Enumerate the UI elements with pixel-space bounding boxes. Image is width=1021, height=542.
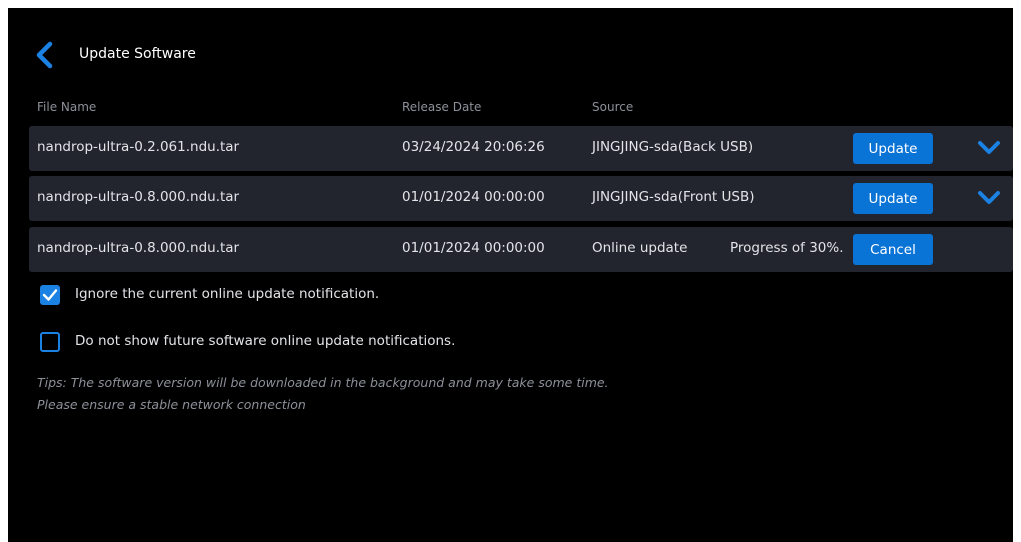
- checkmark-icon: [42, 289, 58, 301]
- expand-row-button[interactable]: [975, 188, 1003, 208]
- table-header: File Name Release Date Source: [8, 98, 1013, 118]
- do-not-show-label: Do not show future software online updat…: [75, 333, 456, 349]
- table-row: nandrop-ultra-0.8.000.ndu.tar 01/01/2024…: [29, 176, 1013, 221]
- tips-line-2: Please ensure a stable network connectio…: [37, 397, 306, 412]
- release-date: 01/01/2024 00:00:00: [402, 189, 545, 205]
- do-not-show-checkbox[interactable]: [40, 332, 60, 352]
- header: Update Software: [8, 8, 1013, 88]
- ignore-current-label: Ignore the current online update notific…: [75, 286, 380, 302]
- update-button[interactable]: Update: [853, 183, 933, 214]
- table-row: nandrop-ultra-0.2.061.ndu.tar 03/24/2024…: [29, 126, 1013, 171]
- chevron-down-icon: [978, 141, 1000, 154]
- column-header-file-name: File Name: [37, 100, 97, 114]
- column-header-release-date: Release Date: [402, 100, 482, 114]
- ignore-current-checkbox[interactable]: [40, 285, 60, 305]
- release-date: 03/24/2024 20:06:26: [402, 139, 545, 155]
- page-title: Update Software: [79, 46, 196, 62]
- source: JINGJING-sda(Back USB): [592, 139, 754, 155]
- chevron-left-icon: [36, 41, 53, 69]
- file-name: nandrop-ultra-0.2.061.ndu.tar: [37, 139, 240, 155]
- source: Online update: [592, 240, 688, 256]
- column-header-source: Source: [592, 100, 634, 114]
- update-software-screen: Update Software File Name Release Date S…: [8, 8, 1013, 542]
- tips-text: Tips: The software version will be downl…: [37, 372, 609, 416]
- expand-row-button[interactable]: [975, 138, 1003, 158]
- release-date: 01/01/2024 00:00:00: [402, 240, 545, 256]
- tips-line-1: Tips: The software version will be downl…: [37, 375, 609, 390]
- update-button[interactable]: Update: [853, 133, 933, 164]
- file-name: nandrop-ultra-0.8.000.ndu.tar: [37, 240, 240, 256]
- table-row: nandrop-ultra-0.8.000.ndu.tar 01/01/2024…: [29, 227, 1013, 272]
- progress-text: Progress of 30%.: [730, 240, 844, 256]
- file-name: nandrop-ultra-0.8.000.ndu.tar: [37, 189, 240, 205]
- source: JINGJING-sda(Front USB): [592, 189, 755, 205]
- cancel-button[interactable]: Cancel: [853, 234, 933, 265]
- chevron-down-icon: [978, 191, 1000, 204]
- back-button[interactable]: [34, 40, 56, 70]
